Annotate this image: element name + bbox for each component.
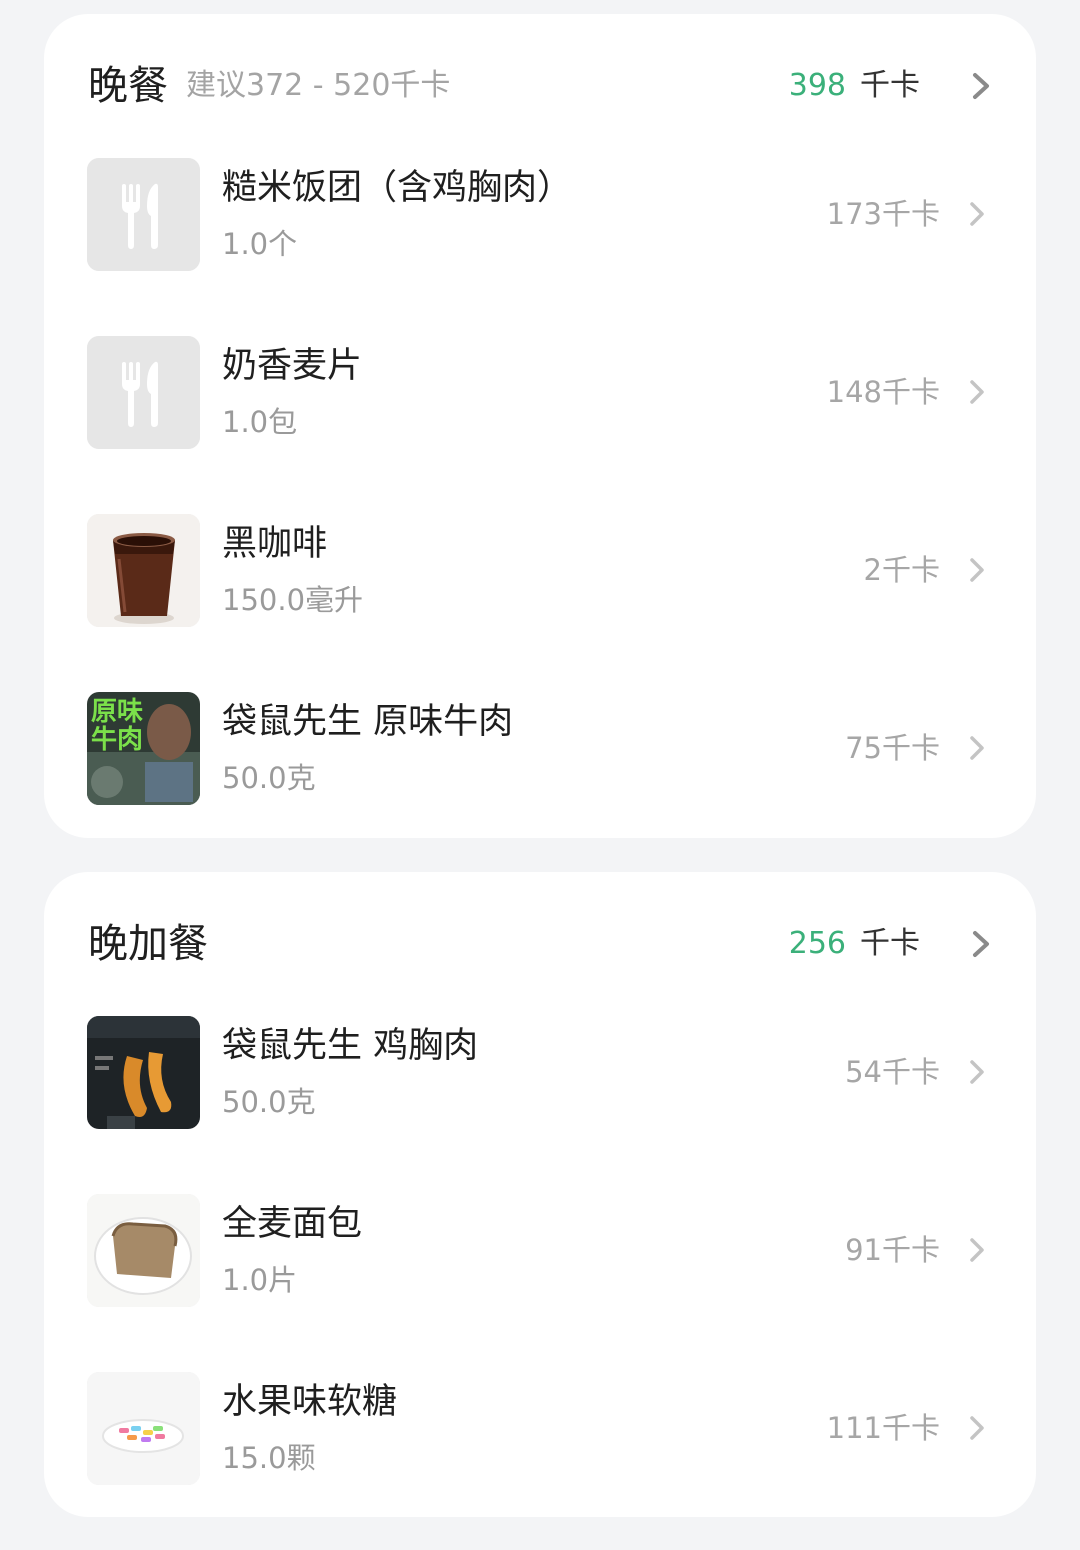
food-quantity: 150.0毫升	[222, 583, 364, 617]
food-quantity: 50.0克	[222, 1085, 316, 1119]
chevron-right-icon	[970, 1416, 984, 1440]
food-calories: 173千卡	[826, 197, 940, 231]
snack-header[interactable]: 晚加餐 256 千卡	[44, 904, 1036, 984]
chevron-right-icon	[970, 202, 984, 226]
food-calories: 2千卡	[863, 553, 940, 587]
food-quantity: 15.0颗	[222, 1441, 316, 1475]
chevron-right-icon	[970, 558, 984, 582]
snack-total-value: 256	[788, 926, 846, 961]
gummy-candy-photo	[87, 1372, 200, 1485]
whole-wheat-bread-photo	[87, 1194, 200, 1307]
evening-snack-card: 晚加餐 256 千卡 袋鼠先生 鸡胸肉 50.0克 54千卡 全麦面包 1.0片…	[44, 872, 1036, 1517]
food-name: 奶香麦片	[222, 346, 363, 386]
dinner-title: 晚餐	[88, 63, 168, 109]
chevron-right-icon	[970, 1238, 984, 1262]
chicken-breast-package-photo	[87, 1016, 200, 1129]
chevron-right-icon	[970, 380, 984, 404]
fork-knife-placeholder-icon	[87, 158, 200, 271]
food-name: 袋鼠先生 鸡胸肉	[222, 1026, 479, 1066]
dinner-header[interactable]: 晚餐 建议372 - 520千卡 398 千卡	[44, 46, 1036, 126]
food-quantity: 50.0克	[222, 761, 316, 795]
dinner-total-calories: 398 千卡	[789, 46, 920, 126]
dinner-total-unit: 千卡	[860, 68, 920, 103]
food-name: 糙米饭团（含鸡胸肉）	[222, 168, 573, 208]
dinner-suggestion: 建议372 - 520千卡	[186, 68, 451, 103]
black-coffee-photo	[87, 514, 200, 627]
food-calories: 54千卡	[845, 1055, 940, 1089]
food-quantity: 1.0包	[222, 405, 298, 439]
food-name: 水果味软糖	[222, 1382, 398, 1422]
food-item[interactable]: 袋鼠先生 鸡胸肉 50.0克 54千卡	[44, 1016, 1036, 1129]
chevron-right-icon	[970, 1060, 984, 1084]
beef-package-photo: 原味 牛肉	[87, 692, 200, 805]
dinner-total-value: 398	[788, 68, 846, 103]
food-item[interactable]: 黑咖啡 150.0毫升 2千卡	[44, 514, 1036, 627]
snack-total-calories: 256 千卡	[789, 904, 920, 984]
beef-package-text-2: 牛肉	[91, 725, 143, 755]
snack-total-unit: 千卡	[860, 926, 920, 961]
food-quantity: 1.0片	[222, 1263, 298, 1297]
food-calories: 111千卡	[826, 1411, 940, 1445]
food-calories: 91千卡	[845, 1233, 940, 1267]
food-name: 全麦面包	[222, 1204, 363, 1244]
food-name: 袋鼠先生 原味牛肉	[222, 702, 514, 742]
chevron-right-icon	[970, 736, 984, 760]
chevron-right-icon[interactable]	[970, 72, 992, 100]
chevron-right-icon[interactable]	[970, 930, 992, 958]
food-name: 黑咖啡	[222, 524, 328, 564]
snack-title: 晚加餐	[88, 921, 208, 967]
food-calories: 75千卡	[845, 731, 940, 765]
food-quantity: 1.0个	[222, 227, 298, 261]
food-item[interactable]: 水果味软糖 15.0颗 111千卡	[44, 1372, 1036, 1485]
food-calories: 148千卡	[826, 375, 940, 409]
food-item[interactable]: 奶香麦片 1.0包 148千卡	[44, 336, 1036, 449]
dinner-card: 晚餐 建议372 - 520千卡 398 千卡 糙米饭团（含鸡胸肉） 1.0个 1…	[44, 14, 1036, 838]
food-item[interactable]: 原味 牛肉 袋鼠先生 原味牛肉 50.0克 75千卡	[44, 692, 1036, 805]
food-item[interactable]: 全麦面包 1.0片 91千卡	[44, 1194, 1036, 1307]
beef-package-text-1: 原味	[91, 697, 143, 727]
food-item[interactable]: 糙米饭团（含鸡胸肉） 1.0个 173千卡	[44, 158, 1036, 271]
fork-knife-placeholder-icon	[87, 336, 200, 449]
